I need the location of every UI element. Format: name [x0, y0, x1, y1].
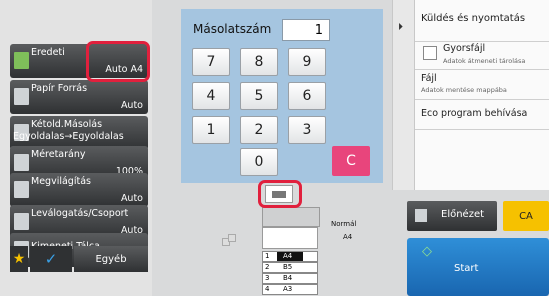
send-print-item[interactable]: Küldés és nyomtatás [415, 10, 549, 42]
clear-key[interactable]: C [332, 146, 370, 176]
exposure-label: Megvilágítás [31, 176, 91, 187]
file-sub: Adatok mentése mappába [421, 86, 507, 94]
tray-row[interactable]: 1 A4 [262, 251, 318, 262]
key-2[interactable]: 2 [240, 116, 278, 144]
duplex-value: Egyoldalas→Egyoldalas [13, 131, 124, 142]
exposure-icon [14, 181, 29, 198]
key-8[interactable]: 8 [240, 48, 278, 76]
right-function-panel: ⏵ Küldés és nyomtatás Gyorsfájl Adatok á… [392, 0, 549, 190]
tray-num: 1 [265, 252, 270, 260]
key-7[interactable]: 7 [192, 48, 230, 76]
exposure-button[interactable]: Megvilágítás Auto [10, 173, 148, 207]
original-tray-highlight [258, 180, 302, 208]
paper-value: Auto [120, 100, 143, 111]
normal-label: Normál [331, 220, 357, 228]
star-icon: ★ [12, 251, 26, 267]
key-5[interactable]: 5 [240, 82, 278, 110]
tray-size: A3 [283, 285, 293, 293]
tray-row[interactable]: 4 A3 [262, 284, 318, 295]
key-3[interactable]: 3 [288, 116, 326, 144]
quick-file-item[interactable]: Gyorsfájl Adatok átmeneti tárolása [415, 42, 549, 70]
copies-input[interactable]: 1 [282, 19, 330, 41]
sort-label: Leválogatás/Csoport [31, 208, 129, 219]
printer-body [262, 207, 320, 227]
quick-file-checkbox[interactable] [423, 46, 437, 60]
tray-num: 3 [265, 274, 270, 282]
tray-num: 2 [265, 263, 270, 271]
quick-file-label: Gyorsfájl [443, 43, 486, 54]
quick-file-sub: Adatok átmeneti tárolása [443, 57, 526, 65]
paper-source-button[interactable]: Papír Forrás Auto [10, 80, 148, 114]
copies-value: 1 [314, 22, 323, 38]
paper-icon [14, 88, 29, 105]
duplex-label: Kétold.Másolás [31, 119, 103, 130]
other-label: Egyéb [95, 253, 127, 265]
start-icon: ◇ [422, 244, 432, 259]
tray-size: B5 [283, 263, 293, 271]
eco-label: Eco program behívása [421, 108, 528, 119]
eco-item[interactable]: Eco program behívása [415, 100, 549, 130]
preview-button[interactable]: Előnézet [407, 201, 497, 231]
file-item[interactable]: Fájl Adatok mentése mappába [415, 70, 549, 100]
tray-row[interactable]: 3 B4 [262, 273, 318, 284]
preview-label: Előnézet [441, 209, 485, 220]
ca-button[interactable]: CA [503, 201, 549, 231]
tray-num: 4 [265, 285, 270, 293]
tray-size: A4 [277, 252, 303, 261]
exposure-value: Auto [120, 193, 143, 204]
copy-count-keypad: Másolatszám 1 7 8 9 4 5 6 1 2 3 0 C [181, 9, 383, 183]
output-tray-icon [262, 227, 318, 249]
key-4[interactable]: 4 [192, 82, 230, 110]
original-setting-highlight [86, 41, 150, 82]
stack-icon [222, 232, 240, 248]
panel-collapse-tab[interactable]: ⏵ [393, 0, 415, 190]
send-print-label: Küldés és nyomtatás [421, 13, 526, 24]
tray-list: 1 A4 2 B5 3 B4 4 A3 [262, 251, 318, 296]
file-label: Fájl [421, 73, 437, 84]
normal-size: A4 [343, 233, 353, 241]
key-9[interactable]: 9 [288, 48, 326, 76]
bottom-bar: ★ ✓ Egyéb [10, 246, 148, 296]
start-label: Start [454, 263, 479, 274]
ratio-icon [14, 154, 29, 171]
duplex-button[interactable]: Kétold.Másolás Egyoldalas→Egyoldalas [10, 116, 148, 150]
confirm-button[interactable]: ✓ [30, 246, 72, 272]
tray-size: B4 [283, 274, 293, 282]
start-button[interactable]: ◇ Start [407, 238, 549, 296]
key-0[interactable]: 0 [240, 148, 278, 176]
sort-icon [14, 213, 29, 230]
check-icon: ✓ [44, 250, 58, 268]
collapse-arrow-icon: ⏵ [398, 22, 403, 33]
other-button[interactable]: Egyéb [74, 246, 148, 272]
favorite-button[interactable]: ★ [10, 246, 28, 272]
preview-icon [415, 209, 427, 222]
ratio-label: Méretarány [31, 149, 86, 160]
tray-row[interactable]: 2 B5 [262, 262, 318, 273]
key-6[interactable]: 6 [288, 82, 326, 110]
document-icon [14, 52, 29, 69]
original-label: Eredeti [31, 47, 65, 58]
paper-label: Papír Forrás [31, 83, 88, 94]
copies-label: Másolatszám [193, 22, 272, 36]
key-1[interactable]: 1 [192, 116, 230, 144]
